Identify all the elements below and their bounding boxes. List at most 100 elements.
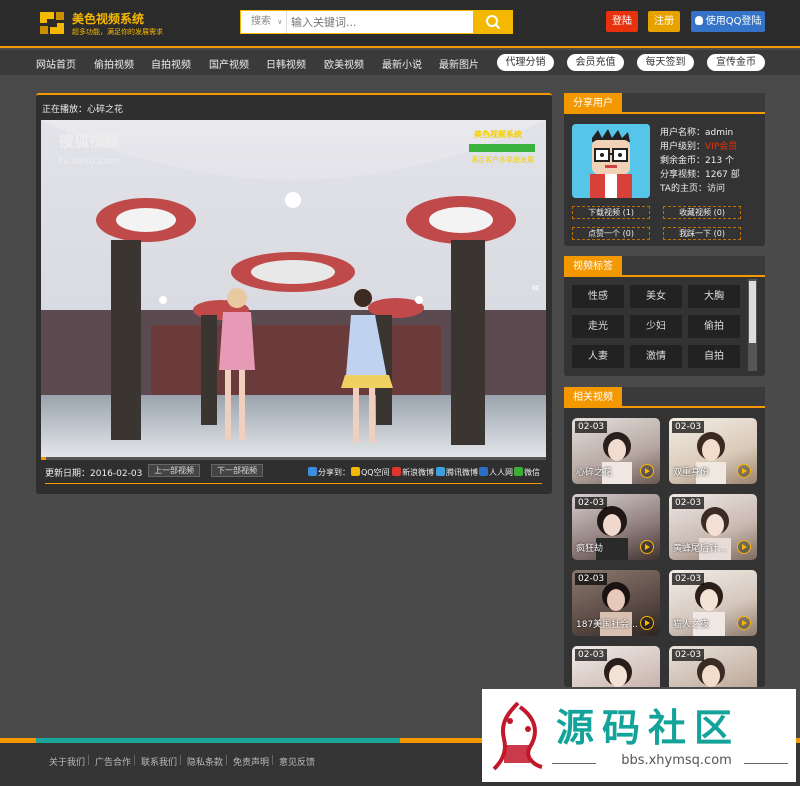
avatar[interactable] (572, 124, 650, 198)
video-date: 02-03 (672, 497, 705, 509)
site-header: 美色视频系统 超多功能，满足你的发展需求 搜索 ∨ 登陆 注册 使用QQ登陆 (0, 0, 800, 48)
nav-pill-coins[interactable]: 宣传金币 (707, 54, 765, 71)
tags-panel: 视频标签 性感 美女 大胸 走光 少妇 偷拍 人妻 激情 自拍 (564, 256, 765, 376)
share-icon (308, 467, 317, 476)
footer-link-feedback[interactable]: 意见反馈 (279, 755, 315, 768)
brand-subtitle: 超多功能，满足你的发展需求 (72, 28, 163, 36)
tencent-weibo-icon (436, 467, 445, 476)
share-sina-weibo[interactable]: 新浪微博 (392, 467, 434, 478)
tag-item[interactable]: 大胸 (688, 285, 740, 308)
related-video-card[interactable]: 02-03 心碎之花 (572, 418, 660, 484)
search-scope-label: 搜索 (251, 16, 271, 27)
search-input[interactable] (291, 11, 471, 33)
uploader-coins: 剩余金币：213 个 (660, 156, 735, 166)
uploader-header: 分享用户 (564, 93, 765, 114)
related-video-card[interactable]: 02-03 (669, 646, 757, 687)
tag-item[interactable]: 少妇 (630, 315, 682, 338)
share-qzone[interactable]: QQ空间 (351, 467, 390, 478)
footer-separator (272, 755, 273, 765)
footer-link-privacy[interactable]: 隐私条款 (187, 755, 223, 768)
video-date: 02-03 (672, 573, 705, 585)
tag-item[interactable]: 走光 (572, 315, 624, 338)
video-overlay-left: 搜狐视频 (59, 132, 119, 150)
player-footer: 更新日期：2016-02-03 上一部视频 下一部视频 分享到： QQ空间 新浪… (36, 463, 552, 485)
nav-item-novels[interactable]: 最新小说 (382, 56, 422, 71)
favorite-video-button[interactable]: 收藏视频 (0) (663, 206, 741, 219)
share-wechat[interactable]: 微信 (514, 467, 540, 478)
nav-item-domestic[interactable]: 国产视频 (209, 56, 249, 71)
related-header: 相关视频 (564, 387, 765, 408)
nav-pill-checkin[interactable]: 每天签到 (637, 54, 694, 71)
related-video-card[interactable]: 02-03 猫人之夜 (669, 570, 757, 636)
play-icon (640, 616, 654, 630)
nav-item-selfie[interactable]: 自拍视频 (151, 56, 191, 71)
sina-weibo-icon (392, 467, 401, 476)
tags-scrollbar-thumb[interactable] (749, 281, 756, 343)
video-title: 疯狂劫 (576, 544, 604, 554)
dislike-button[interactable]: 我踩一下 (0) (663, 227, 741, 240)
tags-scrollbar[interactable] (748, 279, 757, 371)
nav-item-candid[interactable]: 偷拍视频 (94, 56, 134, 71)
video-date: 02-03 (575, 649, 608, 661)
tag-item[interactable]: 自拍 (688, 345, 740, 368)
search-button[interactable] (473, 10, 513, 34)
video-overlay-right-sub: 满足客户多渠道发展 (471, 155, 534, 164)
uploader-homepage-link[interactable]: TA的主页：访问 (660, 181, 725, 194)
uploader-level: 用户级别：VIP会员 (660, 142, 738, 152)
share-renren[interactable]: 人人网 (479, 467, 513, 478)
nav-pill-agent[interactable]: 代理分销 (497, 54, 554, 71)
footer-link-contact[interactable]: 联系我们 (141, 755, 177, 768)
site-logo[interactable]: 美色视频系统 超多功能，满足你的发展需求 (38, 8, 163, 40)
wechat-icon (514, 467, 523, 476)
uploader-panel: 分享用户 用户名称：admin 用户级别：VIP会员 剩余金币：213 个 分享… (564, 93, 765, 246)
related-video-card[interactable]: 02-03 双重身份 (669, 418, 757, 484)
video-frame[interactable]: 搜狐视频 tv.sohu.com 美色视频系统 满足客户多渠道发展 « (41, 120, 546, 457)
chevron-left-icon: « (531, 280, 540, 296)
login-button[interactable]: 登陆 (606, 11, 638, 32)
footer-stripe (36, 738, 400, 743)
tag-item[interactable]: 偷拍 (688, 315, 740, 338)
search-scope-select[interactable]: 搜索 ∨ (241, 11, 287, 33)
related-tab: 相关视频 (564, 387, 622, 408)
watermark-seal-icon (490, 699, 546, 771)
like-button[interactable]: 点赞一个 (0) (572, 227, 650, 240)
next-video-button[interactable]: 下一部视频 (211, 464, 263, 477)
tag-item[interactable]: 性感 (572, 285, 624, 308)
qzone-icon (351, 467, 360, 476)
tags-header: 视频标签 (564, 256, 765, 277)
qq-login-button[interactable]: 使用QQ登陆 (691, 11, 765, 32)
prev-video-button[interactable]: 上一部视频 (148, 464, 200, 477)
related-video-card[interactable]: 02-03 (572, 646, 660, 687)
nav-item-jpkr[interactable]: 日韩视频 (266, 56, 306, 71)
video-progress-bar[interactable] (41, 457, 546, 460)
nav-item-images[interactable]: 最新图片 (439, 56, 479, 71)
video-title: 黄蜂尾后针... (673, 544, 727, 554)
now-playing-title: 正在播放：心碎之花 (42, 105, 124, 115)
nav-item-home[interactable]: 网站首页 (36, 56, 76, 71)
video-date: 02-03 (672, 649, 705, 661)
tag-item[interactable]: 激情 (630, 345, 682, 368)
tags-tab: 视频标签 (564, 256, 622, 277)
related-video-card[interactable]: 02-03 疯狂劫 (572, 494, 660, 560)
footer-separator (226, 755, 227, 765)
related-video-card[interactable]: 02-03 187美国社会... (572, 570, 660, 636)
video-title: 187美国社会... (576, 620, 638, 630)
video-date: 02-03 (575, 497, 608, 509)
search-icon (486, 15, 501, 30)
register-button[interactable]: 注册 (648, 11, 680, 32)
qq-icon (694, 16, 703, 25)
tag-item[interactable]: 人妻 (572, 345, 624, 368)
footer-link-disclaimer[interactable]: 免责声明 (233, 755, 269, 768)
tag-item[interactable]: 美女 (630, 285, 682, 308)
share-tencent-weibo[interactable]: 腾讯微博 (436, 467, 478, 478)
download-video-button[interactable]: 下载视频 (1) (572, 206, 650, 219)
video-date: 02-03 (672, 421, 705, 433)
related-video-card[interactable]: 02-03 黄蜂尾后针... (669, 494, 757, 560)
nav-item-western[interactable]: 欧美视频 (324, 56, 364, 71)
share-label: 分享到： (308, 467, 350, 478)
nav-pill-recharge[interactable]: 会员充值 (567, 54, 624, 71)
footer-link-about[interactable]: 关于我们 (49, 755, 85, 768)
uploader-username: 用户名称：admin (660, 128, 734, 138)
renren-icon (479, 467, 488, 476)
footer-link-ads[interactable]: 广告合作 (95, 755, 131, 768)
